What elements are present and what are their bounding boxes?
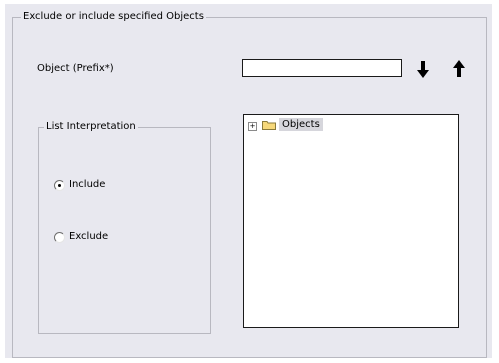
move-down-button[interactable] [415,58,431,80]
move-up-button[interactable] [451,58,467,80]
arrow-up-icon [453,60,465,77]
exclude-radio-circle[interactable] [54,232,65,243]
radio-selected-dot [58,184,61,187]
exclude-include-group-title: Exclude or include specified Objects [21,11,206,23]
expand-icon[interactable]: + [248,122,257,131]
list-interpretation-group [38,127,211,334]
objects-tree[interactable]: + Objects [243,114,459,328]
object-prefix-input[interactable] [242,59,402,77]
object-prefix-label: Object (Prefix*) [37,63,114,74]
tree-node-label[interactable]: Objects [279,118,323,131]
include-radio-label[interactable]: Include [69,179,105,191]
folder-icon [262,121,276,130]
arrow-down-icon [417,61,429,78]
exclude-radio-label[interactable]: Exclude [69,231,108,243]
include-radio-circle[interactable] [54,180,65,191]
list-interpretation-title: List Interpretation [44,121,138,133]
